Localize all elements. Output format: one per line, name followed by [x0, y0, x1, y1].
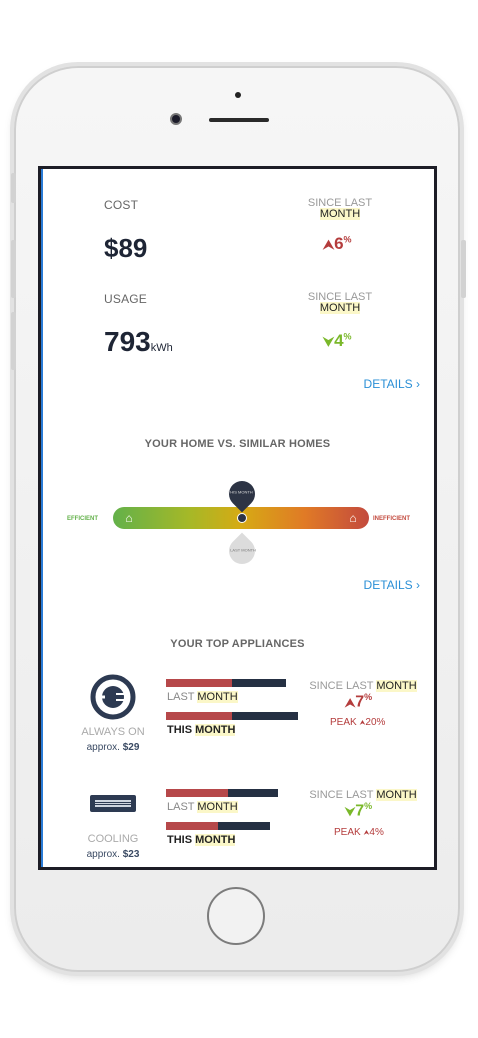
- down-arrow-icon: ⮟: [323, 334, 335, 349]
- earpiece-speaker: [209, 118, 269, 122]
- home-button[interactable]: [207, 887, 265, 945]
- home-efficient-icon: ⌂: [125, 511, 133, 525]
- cost-change-value: 6: [334, 234, 344, 253]
- details-link-summary[interactable]: DETAILS ›: [364, 377, 420, 391]
- appliance-change: ⮝7%: [345, 692, 373, 711]
- appliance-name: COOLING: [87, 833, 139, 845]
- appliance-since-last-month: SINCE LAST MONTH: [309, 680, 417, 692]
- usage-since-last-month: SINCE LAST MONTH: [307, 291, 373, 314]
- last-month-label: LAST MONTH: [167, 691, 238, 703]
- details-link-comparison[interactable]: DETAILS ›: [364, 578, 420, 592]
- last-month-bar: [166, 679, 286, 687]
- comparison-title: YOUR HOME VS. SIMILAR HOMES: [144, 438, 331, 450]
- appliance-cost: approx. $29: [86, 742, 140, 753]
- last-month-bar-fill: [166, 679, 232, 687]
- peak-label: PEAK ⮝20%: [330, 717, 386, 728]
- plug-icon: [90, 674, 136, 725]
- inefficient-label: INEFFICIENT: [373, 516, 410, 522]
- home-inefficient-icon: ⌂: [349, 511, 357, 525]
- last-month-bar-fill: [166, 789, 228, 797]
- up-arrow-icon: ⮝: [345, 695, 356, 710]
- last-month-bar: [166, 789, 278, 797]
- mute-switch: [11, 173, 16, 203]
- scroll-edge: [41, 169, 43, 867]
- usage-unit: kWh: [150, 342, 173, 354]
- appliance-name: ALWAYS ON: [81, 726, 145, 738]
- usage-value: 793kWh: [104, 326, 173, 357]
- cost-label: COST: [104, 198, 139, 212]
- ac-unit-icon: [89, 793, 137, 820]
- cost-value: $89: [104, 233, 148, 263]
- this-month-bar: [166, 712, 298, 720]
- down-arrow-icon: ⮟: [345, 804, 356, 819]
- appliance-change: ⮟7%: [345, 801, 373, 820]
- efficient-label: EFFICIENT: [67, 516, 98, 522]
- app-screen: COST $89 SINCE LAST MONTH ⮝6% USAGE 793k…: [38, 166, 437, 870]
- proximity-sensor: [235, 92, 241, 98]
- usage-label: USAGE: [104, 292, 148, 306]
- volume-up-button: [11, 240, 16, 298]
- this-month-bar: [166, 822, 270, 830]
- usage-change-value: 4: [334, 331, 344, 350]
- cost-since-last-month: SINCE LAST MONTH: [307, 197, 373, 220]
- this-month-bar-fill: [166, 712, 232, 720]
- last-month-label: LAST MONTH: [167, 801, 238, 813]
- appliance-cost: approx. $23: [86, 849, 140, 860]
- appliances-title: YOUR TOP APPLIANCES: [170, 638, 305, 650]
- power-button: [461, 240, 466, 298]
- position-marker: [237, 513, 247, 523]
- usage-change: ⮟4%: [323, 331, 352, 350]
- this-month-label: THIS MONTH: [167, 724, 236, 736]
- this-month-label: THIS MONTH: [167, 834, 236, 846]
- appliance-since-last-month: SINCE LAST MONTH: [309, 789, 417, 801]
- cost-change: ⮝6%: [323, 234, 352, 253]
- up-arrow-icon: ⮝: [323, 237, 335, 252]
- front-camera-icon: [170, 113, 182, 125]
- peak-label: PEAK ⮝4%: [334, 827, 384, 838]
- this-month-bar-fill: [166, 822, 218, 830]
- last-month-pin: LAST MONTH: [223, 532, 261, 570]
- volume-down-button: [11, 312, 16, 370]
